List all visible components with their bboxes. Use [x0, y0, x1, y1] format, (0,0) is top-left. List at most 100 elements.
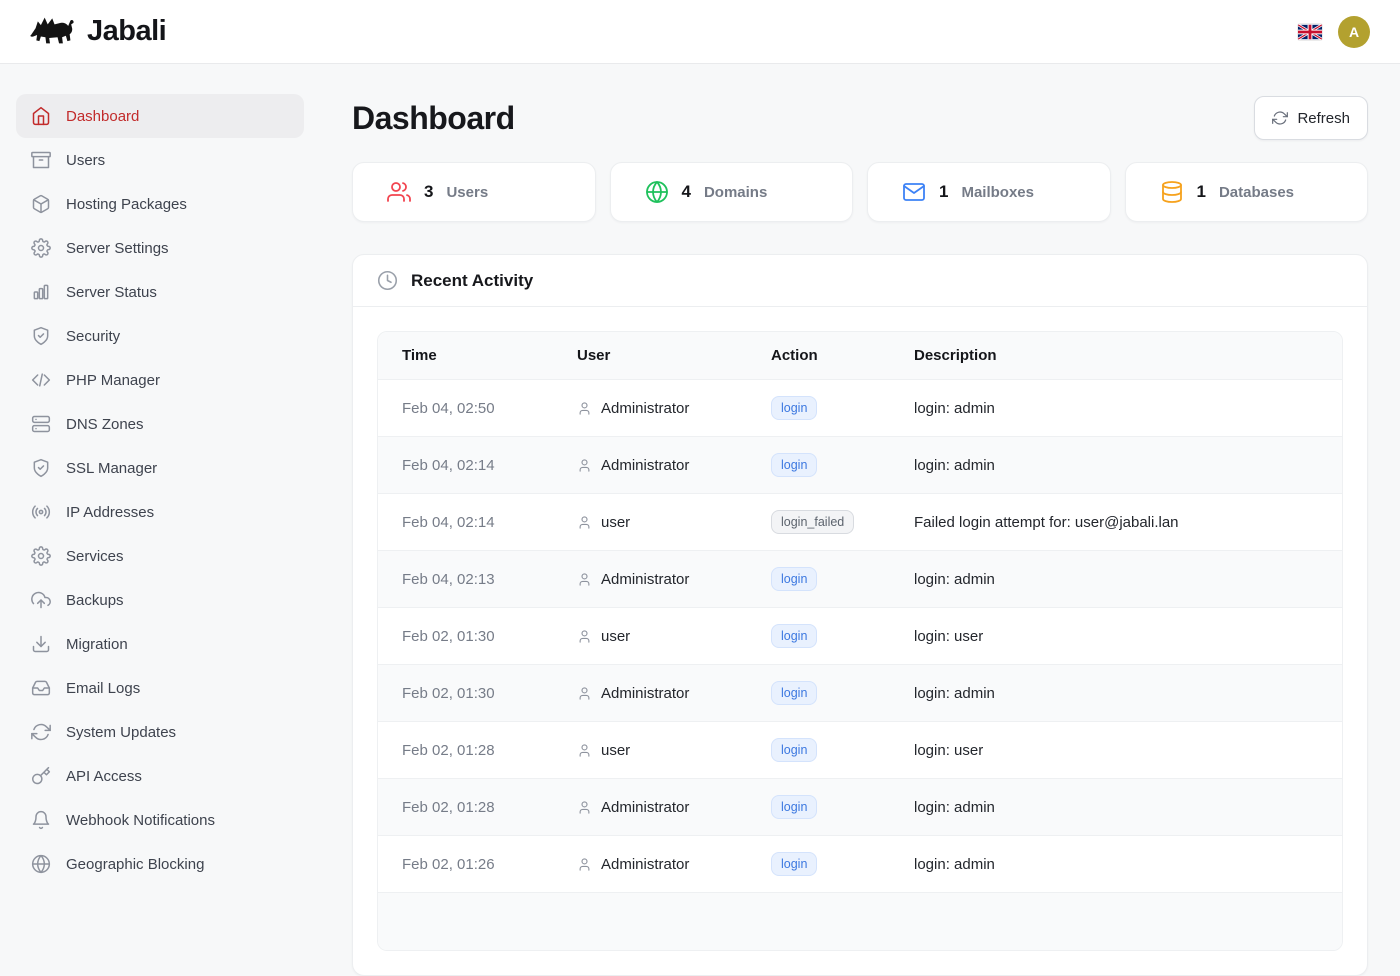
sidebar-item-php-manager[interactable]: PHP Manager	[16, 358, 304, 402]
archive-icon	[31, 150, 51, 170]
cloud-upload-icon	[31, 590, 51, 610]
sidebar-item-dns-zones[interactable]: DNS Zones	[16, 402, 304, 446]
activity-user	[553, 893, 747, 950]
gear-icon	[31, 546, 51, 566]
stat-card-users[interactable]: 3 Users	[352, 162, 596, 222]
database-icon	[1160, 180, 1184, 204]
server-icon	[31, 414, 51, 434]
user-icon	[577, 401, 592, 416]
activity-description: Failed login attempt for: user@jabali.la…	[890, 494, 1342, 551]
home-icon	[31, 106, 51, 126]
boar-icon	[28, 14, 78, 50]
sidebar-item-security[interactable]: Security	[16, 314, 304, 358]
activity-description: login: admin	[890, 665, 1342, 722]
user-icon	[577, 686, 592, 701]
stat-label: Users	[446, 184, 488, 201]
table-header-row: Time User Action Description	[378, 332, 1342, 380]
topbar-right: A	[1298, 16, 1370, 48]
sidebar-item-users[interactable]: Users	[16, 138, 304, 182]
user-name: user	[601, 514, 630, 531]
table-row: Feb 02, 01:30Administratorloginlogin: ad…	[378, 665, 1342, 722]
action-badge: login	[771, 624, 817, 649]
activity-time: Feb 04, 02:14	[378, 437, 553, 494]
sidebar-item-label: System Updates	[66, 724, 176, 741]
sidebar-item-migration[interactable]: Migration	[16, 622, 304, 666]
shield-icon	[31, 458, 51, 478]
user-name: Administrator	[601, 799, 689, 816]
stat-card-domains[interactable]: 4Domains	[610, 162, 854, 222]
brand[interactable]: Jabali	[28, 14, 166, 50]
activity-time: Feb 02, 01:28	[378, 722, 553, 779]
user-icon	[577, 572, 592, 587]
sidebar-item-label: Dashboard	[66, 108, 139, 125]
clock-icon	[377, 270, 398, 291]
sidebar-item-ip-addresses[interactable]: IP Addresses	[16, 490, 304, 534]
sidebar-item-system-updates[interactable]: System Updates	[16, 710, 304, 754]
table-row: Feb 04, 02:14userlogin_failedFailed logi…	[378, 494, 1342, 551]
sidebar-item-server-settings[interactable]: Server Settings	[16, 226, 304, 270]
sidebar-item-api-access[interactable]: API Access	[16, 754, 304, 798]
sidebar-item-services[interactable]: Services	[16, 534, 304, 578]
sidebar-item-backups[interactable]: Backups	[16, 578, 304, 622]
column-header-user: User	[553, 332, 747, 380]
sync-icon	[31, 722, 51, 742]
sidebar-item-label: Migration	[66, 636, 128, 653]
sidebar-item-label: Users	[66, 152, 105, 169]
stat-value: 3	[424, 182, 433, 202]
activity-action: login	[747, 779, 890, 836]
sidebar-item-label: Security	[66, 328, 120, 345]
sidebar-item-server-status[interactable]: Server Status	[16, 270, 304, 314]
table-row: Feb 04, 02:14Administratorloginlogin: ad…	[378, 437, 1342, 494]
package-icon	[31, 194, 51, 214]
stat-card-databases[interactable]: 1Databases	[1125, 162, 1369, 222]
sidebar-item-dashboard[interactable]: Dashboard	[16, 94, 304, 138]
stat-cards: 3 Users 4Domains 1 Mailboxes 1Databases	[352, 162, 1368, 222]
activity-user: user	[553, 608, 747, 665]
activity-time: Feb 02, 01:26	[378, 836, 553, 893]
activity-description: login: admin	[890, 779, 1342, 836]
table-row: Feb 02, 01:30userloginlogin: user	[378, 608, 1342, 665]
sidebar-item-geographic-blocking[interactable]: Geographic Blocking	[16, 842, 304, 886]
action-badge: login	[771, 453, 817, 478]
action-badge: login_failed	[771, 510, 854, 535]
activity-user: Administrator	[553, 551, 747, 608]
activity-user: Administrator	[553, 437, 747, 494]
users-icon	[387, 180, 411, 204]
activity-action: login	[747, 608, 890, 665]
sidebar-item-label: Webhook Notifications	[66, 812, 215, 829]
top-bar: Jabali A	[0, 0, 1400, 64]
stat-value: 1	[939, 182, 948, 202]
globe-icon	[645, 180, 669, 204]
action-badge: login	[771, 852, 817, 877]
recent-activity-card: Recent Activity Time User Action	[352, 254, 1368, 976]
action-badge: login	[771, 396, 817, 421]
sidebar-item-hosting-packages[interactable]: Hosting Packages	[16, 182, 304, 226]
user-icon	[577, 743, 592, 758]
action-badge: login	[771, 738, 817, 763]
activity-description: login: user	[890, 608, 1342, 665]
activity-user: Administrator	[553, 665, 747, 722]
avatar[interactable]: A	[1338, 16, 1370, 48]
globe-icon	[31, 854, 51, 874]
sidebar-item-label: DNS Zones	[66, 416, 144, 433]
user-name: Administrator	[601, 856, 689, 873]
stat-card-mailboxes[interactable]: 1 Mailboxes	[867, 162, 1111, 222]
recent-activity-title: Recent Activity	[411, 271, 533, 291]
refresh-button[interactable]: Refresh	[1254, 96, 1368, 140]
stat-label: Mailboxes	[961, 184, 1034, 201]
table-row: Feb 02, 01:28Administratorloginlogin: ad…	[378, 779, 1342, 836]
activity-description: login: admin	[890, 380, 1342, 437]
user-name: user	[601, 628, 630, 645]
stat-label: Domains	[704, 184, 767, 201]
sidebar-item-label: Email Logs	[66, 680, 140, 697]
user-icon	[577, 857, 592, 872]
uk-flag-icon[interactable]	[1298, 24, 1322, 40]
shield-icon	[31, 326, 51, 346]
stat-label: Databases	[1219, 184, 1294, 201]
table-row: Feb 02, 01:26Administratorloginlogin: ad…	[378, 836, 1342, 893]
activity-time: Feb 02, 01:30	[378, 665, 553, 722]
sidebar-item-ssl-manager[interactable]: SSL Manager	[16, 446, 304, 490]
sidebar-item-label: SSL Manager	[66, 460, 157, 477]
sidebar-item-email-logs[interactable]: Email Logs	[16, 666, 304, 710]
sidebar-item-webhook-notifications[interactable]: Webhook Notifications	[16, 798, 304, 842]
